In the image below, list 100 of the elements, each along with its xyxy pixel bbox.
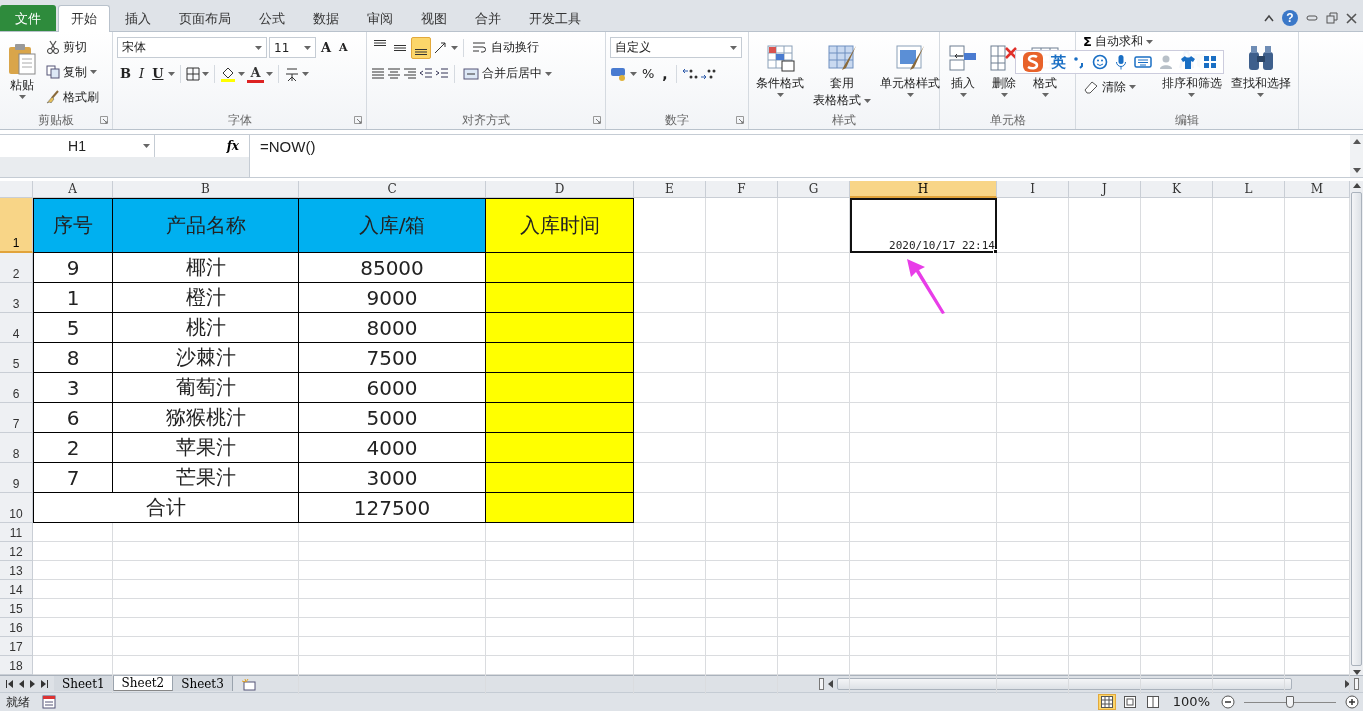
help-button[interactable]: ? <box>1282 10 1298 26</box>
ribbon-tab[interactable]: 数据 <box>300 5 352 31</box>
paste-button[interactable]: 粘贴 <box>4 36 40 111</box>
row-header[interactable]: 14 <box>0 580 33 599</box>
sheet-tab[interactable]: Sheet1 <box>54 676 114 691</box>
macro-record-icon[interactable] <box>42 695 56 709</box>
align-text-icon[interactable] <box>403 66 417 81</box>
align-text-icon[interactable] <box>371 66 385 81</box>
keyboard-icon[interactable] <box>1134 56 1152 68</box>
dialog-launcher-icon[interactable] <box>736 116 744 124</box>
ribbon-tab[interactable]: 开始 <box>58 5 110 32</box>
row-header[interactable]: 8 <box>0 433 33 463</box>
previous-sheet-icon[interactable] <box>19 680 24 688</box>
insert-sheet-icon[interactable] <box>240 677 257 691</box>
ribbon-tab[interactable]: 插入 <box>112 5 164 31</box>
column-header[interactable]: H <box>850 181 997 198</box>
last-sheet-icon[interactable] <box>41 680 48 688</box>
column-header[interactable]: A <box>33 181 113 198</box>
dialog-launcher-icon[interactable] <box>593 116 601 124</box>
indent-increase-icon[interactable] <box>435 66 449 81</box>
ribbon-tab[interactable]: 合并 <box>462 5 514 31</box>
font-size-field[interactable]: 11 <box>269 37 316 58</box>
column-header[interactable]: C <box>299 181 486 198</box>
scroll-right-icon[interactable] <box>1345 680 1350 688</box>
sheet-tab[interactable]: Sheet2 <box>113 676 174 691</box>
number-format-field[interactable]: 自定义 <box>610 37 742 58</box>
format-painter-button[interactable]: 格式刷 <box>43 86 102 108</box>
zoom-level-text[interactable]: 100% <box>1172 695 1210 709</box>
scroll-up-icon[interactable] <box>1352 139 1361 144</box>
row-header[interactable]: 18 <box>0 656 33 675</box>
ribbon-tab[interactable]: 文件 <box>0 5 56 31</box>
orientation-icon[interactable] <box>433 40 449 55</box>
view-button[interactable] <box>1097 694 1116 710</box>
column-header[interactable]: D <box>486 181 634 198</box>
font-color-button[interactable]: A <box>247 64 264 83</box>
ribbon-button[interactable]: 删除 <box>985 36 1023 111</box>
scroll-up-icon[interactable] <box>1352 183 1361 188</box>
ribbon-tab[interactable]: 开发工具 <box>516 5 594 31</box>
align-vertical-button[interactable] <box>411 36 431 59</box>
zoom-out-icon[interactable] <box>1221 695 1235 709</box>
row-header[interactable]: 1 <box>0 198 33 253</box>
italic-button[interactable]: I <box>136 62 148 85</box>
clear-button[interactable]: 清除 <box>1080 76 1156 98</box>
ribbon-button[interactable]: 套用 表格格式 <box>810 36 874 111</box>
column-header[interactable]: I <box>997 181 1069 198</box>
ribbon-button[interactable]: 插入 <box>944 36 982 111</box>
shirt-icon[interactable] <box>1180 54 1196 70</box>
scrollbar-thumb[interactable] <box>837 678 1292 690</box>
first-sheet-icon[interactable] <box>6 680 13 688</box>
column-header[interactable]: L <box>1213 181 1285 198</box>
ribbon-tab[interactable]: 公式 <box>246 5 298 31</box>
fill-color-icon[interactable] <box>220 65 237 82</box>
dialog-launcher-icon[interactable] <box>100 116 108 124</box>
ribbon-tab[interactable]: 审阅 <box>354 5 406 31</box>
column-header[interactable]: J <box>1069 181 1141 198</box>
row-header[interactable]: 17 <box>0 637 33 656</box>
ribbon-tab[interactable]: 页面布局 <box>166 5 244 31</box>
autosum-button[interactable]: Σ 自动求和 <box>1080 33 1156 50</box>
collapse-ribbon-icon[interactable] <box>1264 14 1274 22</box>
row-header[interactable]: 2 <box>0 253 33 283</box>
row-header[interactable]: 12 <box>0 542 33 561</box>
input-language-toggle[interactable]: 英 <box>1051 52 1066 72</box>
merge-center-button[interactable]: 合并后居中 <box>460 62 555 85</box>
column-header[interactable]: E <box>634 181 706 198</box>
smiley-icon[interactable] <box>1092 54 1108 70</box>
next-sheet-icon[interactable] <box>30 680 35 688</box>
ribbon-tab[interactable]: 视图 <box>408 5 460 31</box>
row-header[interactable]: 7 <box>0 403 33 433</box>
split-handle-icon[interactable] <box>819 678 824 690</box>
percent-button[interactable]: % <box>639 62 658 85</box>
row-header[interactable]: 6 <box>0 373 33 403</box>
row-header[interactable]: 3 <box>0 283 33 313</box>
input-method-logo-icon[interactable] <box>1022 51 1044 73</box>
row-header[interactable]: 4 <box>0 313 33 343</box>
column-header[interactable]: B <box>113 181 299 198</box>
split-handle-icon[interactable] <box>1354 678 1359 690</box>
row-header[interactable]: 10 <box>0 493 33 523</box>
row-header[interactable]: 15 <box>0 599 33 618</box>
wrap-text-button[interactable]: 自动换行 <box>469 36 542 59</box>
scroll-down-icon[interactable] <box>1352 168 1361 173</box>
column-header[interactable]: G <box>778 181 850 198</box>
scroll-left-icon[interactable] <box>828 680 833 688</box>
insert-function-button[interactable]: fx <box>224 139 241 153</box>
bold-button[interactable]: B <box>117 62 134 85</box>
name-box[interactable]: H1 <box>0 135 155 157</box>
row-header[interactable]: 9 <box>0 463 33 493</box>
currency-icon[interactable] <box>610 65 628 82</box>
restore-icon[interactable] <box>1326 12 1338 24</box>
row-header[interactable]: 5 <box>0 343 33 373</box>
copy-button[interactable]: 复制 <box>43 61 102 83</box>
formula-field[interactable]: =NOW() <box>249 135 1350 177</box>
shrink-font-button[interactable]: A <box>336 36 351 59</box>
ribbon-button[interactable]: 条件格式 <box>753 36 807 111</box>
increase-decimal-icon[interactable] <box>681 66 698 81</box>
microphone-icon[interactable] <box>1115 54 1127 70</box>
close-icon[interactable] <box>1346 12 1357 24</box>
phonetic-guide-icon[interactable] <box>283 65 300 82</box>
dialog-launcher-icon[interactable] <box>354 116 362 124</box>
font-name-field[interactable]: 宋体 <box>117 37 267 58</box>
cut-button[interactable]: 剪切 <box>43 36 102 58</box>
